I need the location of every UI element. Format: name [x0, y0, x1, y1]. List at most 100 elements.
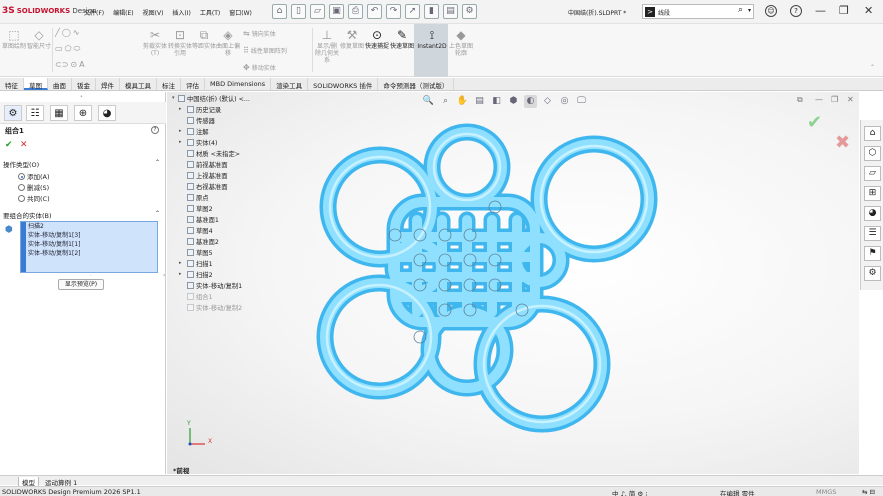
tree-item-sketch4[interactable]: 草图4 — [187, 226, 213, 235]
tab-markup[interactable]: 标注 — [157, 78, 181, 90]
menu-file[interactable]: 文件(F) — [84, 8, 104, 17]
search-icon[interactable]: ⌕ — [738, 5, 743, 15]
tab-render-tools[interactable]: 渲染工具 — [271, 78, 309, 90]
tree-item-plane2[interactable]: 基准面2 — [187, 237, 219, 246]
minimize-button[interactable]: — — [815, 4, 826, 17]
maximize-button[interactable]: ❐ — [839, 4, 849, 17]
list-item[interactable]: 扫描2 — [21, 222, 157, 231]
close-window-button[interactable]: ✕ — [864, 4, 873, 17]
tree-item-solid-bodies[interactable]: 实体(4) — [187, 138, 218, 147]
repair-sketch-button[interactable]: ⚒ 修复草图 — [340, 27, 364, 50]
help-icon[interactable]: ? — [151, 126, 159, 134]
panel-collapse-handle[interactable]: • — [80, 94, 83, 100]
design-library-icon[interactable]: ⬡ — [864, 146, 881, 161]
tree-item-sensors[interactable]: 传感器 — [187, 116, 215, 125]
convert-entities-button[interactable]: ⊡ 转换实体引用 — [168, 27, 192, 57]
tab-mold-tools[interactable]: 模具工具 — [120, 78, 157, 90]
feature-manager-tab-icon[interactable]: ☷ — [26, 105, 44, 121]
radio-subtract[interactable]: 删减(S) — [18, 182, 49, 192]
expand-arrow-icon[interactable]: ▾ — [172, 95, 175, 101]
tab-mbd-dimensions[interactable]: MBD Dimensions — [205, 78, 272, 90]
menu-edit[interactable]: 编辑(E) — [113, 8, 133, 17]
undo-icon[interactable]: ↶ — [367, 4, 382, 19]
shaded-sketch-contours-button[interactable]: ◆ 上色草图轮廓 — [449, 27, 473, 57]
expand-arrow-icon[interactable]: ▸ — [179, 128, 182, 134]
unit-system[interactable]: MMGS — [816, 488, 836, 496]
open-folder-icon[interactable]: ▱ — [310, 4, 325, 19]
chevron-up-icon[interactable]: ⌃ — [155, 210, 160, 217]
trim-entities-button[interactable]: ✂ 剪裁实体(T) — [143, 27, 167, 57]
select-icon[interactable]: ➚ — [405, 4, 420, 19]
tree-item-sketch2[interactable]: 草图2 — [187, 204, 213, 213]
tree-item-material[interactable]: 材质 <未指定> — [187, 149, 240, 158]
tab-evaluate[interactable]: 评估 — [181, 78, 205, 90]
expand-arrow-icon[interactable]: ▸ — [179, 139, 182, 145]
home-icon[interactable]: ⌂ — [272, 4, 287, 19]
instant2d-button[interactable]: ⟟ Instant2D — [417, 27, 447, 50]
solidworks-logo[interactable]: 3S SOLIDWORKS Design — [2, 6, 97, 16]
dimxpert-manager-tab-icon[interactable]: ⊕ — [74, 105, 92, 121]
chevron-up-icon[interactable]: ⌃ — [155, 159, 160, 166]
radio-add[interactable]: 添加(A) — [18, 171, 50, 181]
user-account-icon[interactable]: ☺ — [765, 5, 777, 17]
property-manager-tab-icon[interactable]: ⚙ — [4, 105, 22, 121]
expand-arrow-icon[interactable]: ▸ — [179, 106, 182, 112]
mirror-entities-button[interactable]: ⇋ 镜向实体 — [243, 29, 276, 38]
chinese-knot-model[interactable] — [167, 92, 859, 474]
collapse-ribbon-icon[interactable]: ⌃ — [870, 64, 875, 71]
tab-features[interactable]: 特征 — [0, 78, 24, 90]
panel-splitter-arrow-icon[interactable]: › — [163, 272, 165, 279]
addin-icon[interactable]: ⚙ — [864, 266, 881, 281]
smart-dimension-button[interactable]: ◇ 智能尺寸 — [27, 27, 51, 50]
offset-entities-button[interactable]: ⧉ 等距实体 — [192, 27, 216, 50]
tab-command-predictor[interactable]: 命令预测器（测试版） — [378, 78, 455, 90]
status-tail-icons[interactable]: ⇆ ⊟ — [862, 488, 875, 496]
configuration-manager-tab-icon[interactable]: ▦ — [50, 105, 68, 121]
move-entities-button[interactable]: ✥ 移动实体 — [243, 63, 276, 72]
custom-properties-icon[interactable]: ☰ — [864, 226, 881, 241]
ime-toolbar[interactable]: 中 ♪, 简 ⚙ ⁝ — [612, 488, 647, 496]
tree-item-sweep1[interactable]: 扫描1 — [187, 259, 213, 268]
menu-view[interactable]: 视图(V) — [143, 8, 164, 17]
menu-insert[interactable]: 插入(I) — [172, 8, 190, 17]
forum-icon[interactable]: ⚑ — [864, 246, 881, 261]
rectangle-tools[interactable]: ▭ ⬠ ⬭ — [55, 44, 82, 54]
show-preview-button[interactable]: 显示预览(P) — [58, 279, 104, 290]
display-manager-tab-icon[interactable]: ◕ — [98, 105, 116, 121]
tree-item-top-plane[interactable]: 上视基准面 — [187, 171, 227, 180]
options-gear-icon[interactable]: ⚙ — [462, 4, 477, 19]
redo-icon[interactable]: ↷ — [386, 4, 401, 19]
help-icon[interactable]: ? — [790, 5, 802, 17]
tree-item-plane1[interactable]: 基准面1 — [187, 215, 219, 224]
print-icon[interactable]: ⎙ — [348, 4, 363, 19]
view-palette-icon[interactable]: ⊞ — [864, 186, 881, 201]
tab-weldments[interactable]: 焊件 — [96, 78, 120, 90]
file-explorer-icon[interactable]: ▱ — [864, 166, 881, 181]
tree-item-combine1[interactable]: 组合1 — [187, 292, 213, 301]
slot-tools[interactable]: ⊂⊃ ⊙ A — [55, 60, 87, 69]
tree-item-sketch5[interactable]: 草图5 — [187, 248, 213, 257]
tab-sheet-metal[interactable]: 钣金 — [72, 78, 96, 90]
expand-arrow-icon[interactable]: ▸ — [179, 271, 182, 277]
tree-item-move-copy2[interactable]: 实体-移动/复制2 — [187, 303, 242, 312]
list-item[interactable]: 实体-移动/复制1[1] — [21, 240, 157, 249]
tree-item-front-plane[interactable]: 前视基准面 — [187, 160, 227, 169]
search-box[interactable]: > 线段 ⌕ ▾ — [642, 4, 754, 19]
tree-item-annotations[interactable]: 注解 — [187, 127, 209, 136]
display-relations-button[interactable]: ⊥ 显示/删除几何关系 — [315, 27, 339, 64]
rapid-sketch-button[interactable]: ✎ 快速草图 — [390, 27, 414, 50]
file-properties-icon[interactable]: ▤ — [443, 4, 458, 19]
sketch-button[interactable]: ⬚ 草图绘制 — [2, 27, 26, 50]
tab-solidworks-addins[interactable]: SOLIDWORKS 插件 — [308, 78, 379, 90]
rebuild-icon[interactable]: ▮ — [424, 4, 439, 19]
bodies-selection-list[interactable]: 扫描2 实体-移动/复制1[3] 实体-移动/复制1[1] 实体-移动/复制1[… — [20, 221, 158, 273]
tree-root-part[interactable]: 中国结(折) (默认) <... — [178, 94, 250, 103]
linear-pattern-button[interactable]: ⠿ 线性草图阵列 — [243, 46, 287, 55]
cancel-button[interactable]: ✕ — [20, 140, 28, 150]
expand-arrow-icon[interactable]: ▸ — [179, 260, 182, 266]
solidworks-resources-icon[interactable]: ⌂ — [864, 126, 881, 141]
new-file-icon[interactable]: ▯ — [291, 4, 306, 19]
list-item[interactable]: 实体-移动/复制1[2] — [21, 249, 157, 258]
tree-item-move-copy1[interactable]: 实体-移动/复制1 — [187, 281, 242, 290]
tree-item-history[interactable]: 历史记录 — [187, 105, 221, 114]
